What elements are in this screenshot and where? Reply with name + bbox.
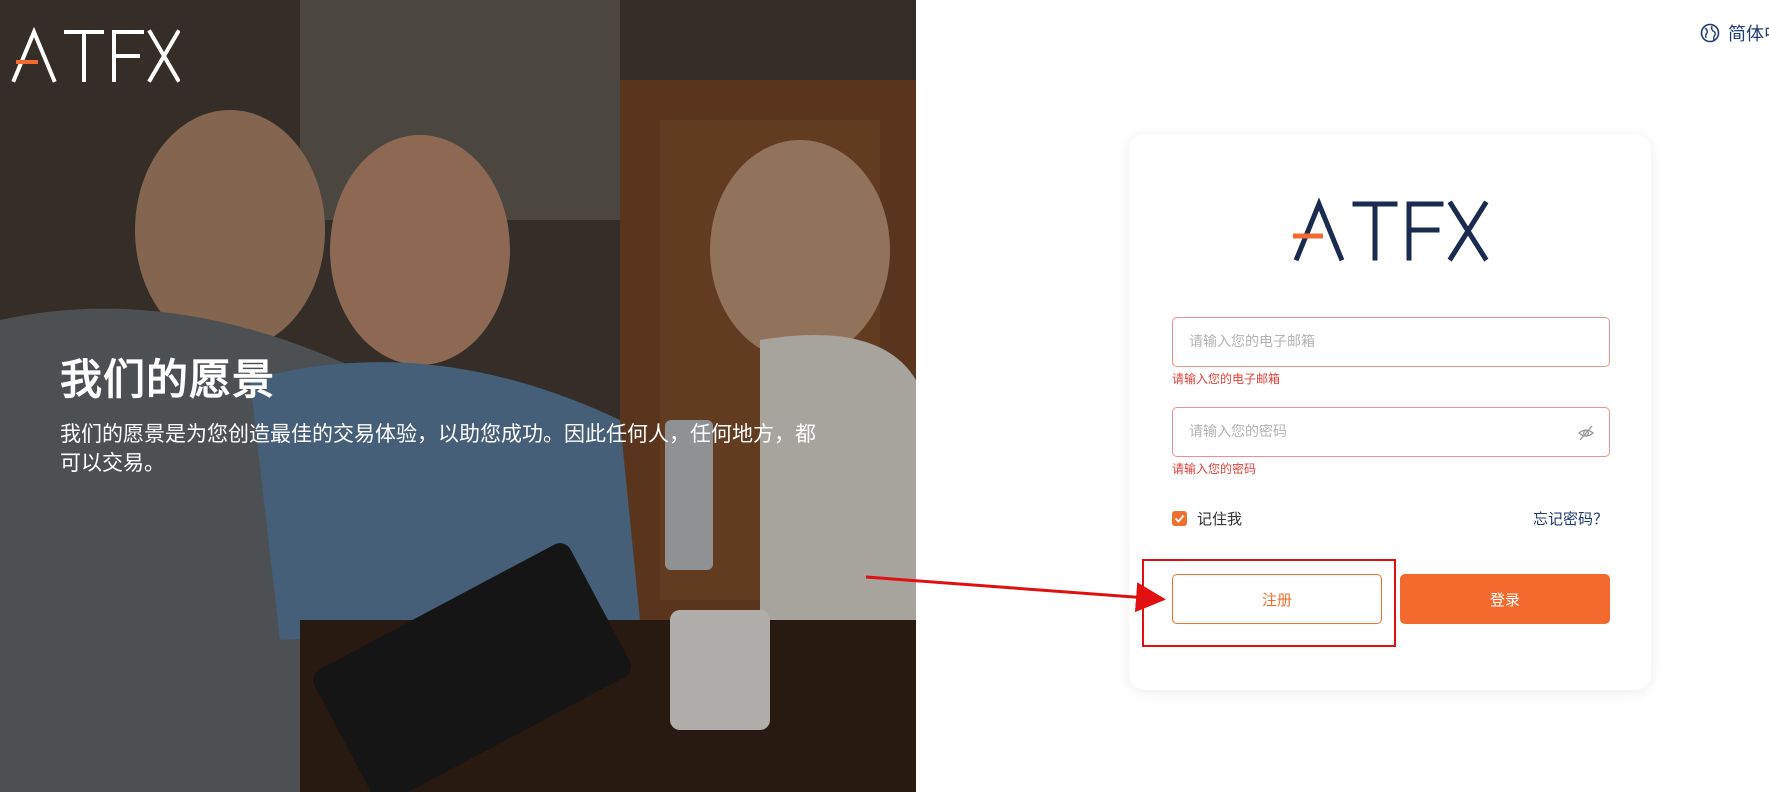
hero-description: 我们的愿景是为您创造最佳的交易体验，以助您成功。因此任何人，任何地方，都可以交易… xyxy=(60,422,816,475)
check-icon xyxy=(1174,514,1185,523)
remember-label: 记住我 xyxy=(1197,510,1243,528)
hero-panel: 我们的愿景 我们的愿景是为您创造最佳的交易体验，以助您成功。因此任何人，任何地方… xyxy=(0,0,916,792)
atfx-logo xyxy=(11,26,180,83)
language-label: 简体中文 xyxy=(1728,24,1769,45)
eye-off-icon[interactable] xyxy=(1577,424,1595,442)
login-button[interactable]: 登录 xyxy=(1400,574,1610,624)
password-error: 请输入您的密码 xyxy=(1172,462,1257,476)
annotation-highlight-box xyxy=(1142,559,1396,647)
forgot-password-link[interactable]: 忘记密码？ xyxy=(1533,508,1608,529)
password-field[interactable] xyxy=(1172,407,1610,457)
email-input[interactable] xyxy=(1189,334,1593,350)
login-page: 我们的愿景 我们的愿景是为您创造最佳的交易体验，以助您成功。因此任何人，任何地方… xyxy=(0,0,1769,792)
email-field[interactable] xyxy=(1172,317,1610,367)
hero-title: 我们的愿景 xyxy=(60,355,276,404)
remember-checkbox[interactable] xyxy=(1172,511,1187,526)
language-switcher[interactable]: 简体中文 xyxy=(1700,20,1769,46)
atfx-card-logo xyxy=(1293,197,1489,262)
password-input[interactable] xyxy=(1189,424,1565,440)
globe-icon xyxy=(1700,23,1720,43)
email-error: 请输入您的电子邮箱 xyxy=(1172,372,1281,386)
remember-me[interactable]: 记住我 xyxy=(1172,508,1242,529)
